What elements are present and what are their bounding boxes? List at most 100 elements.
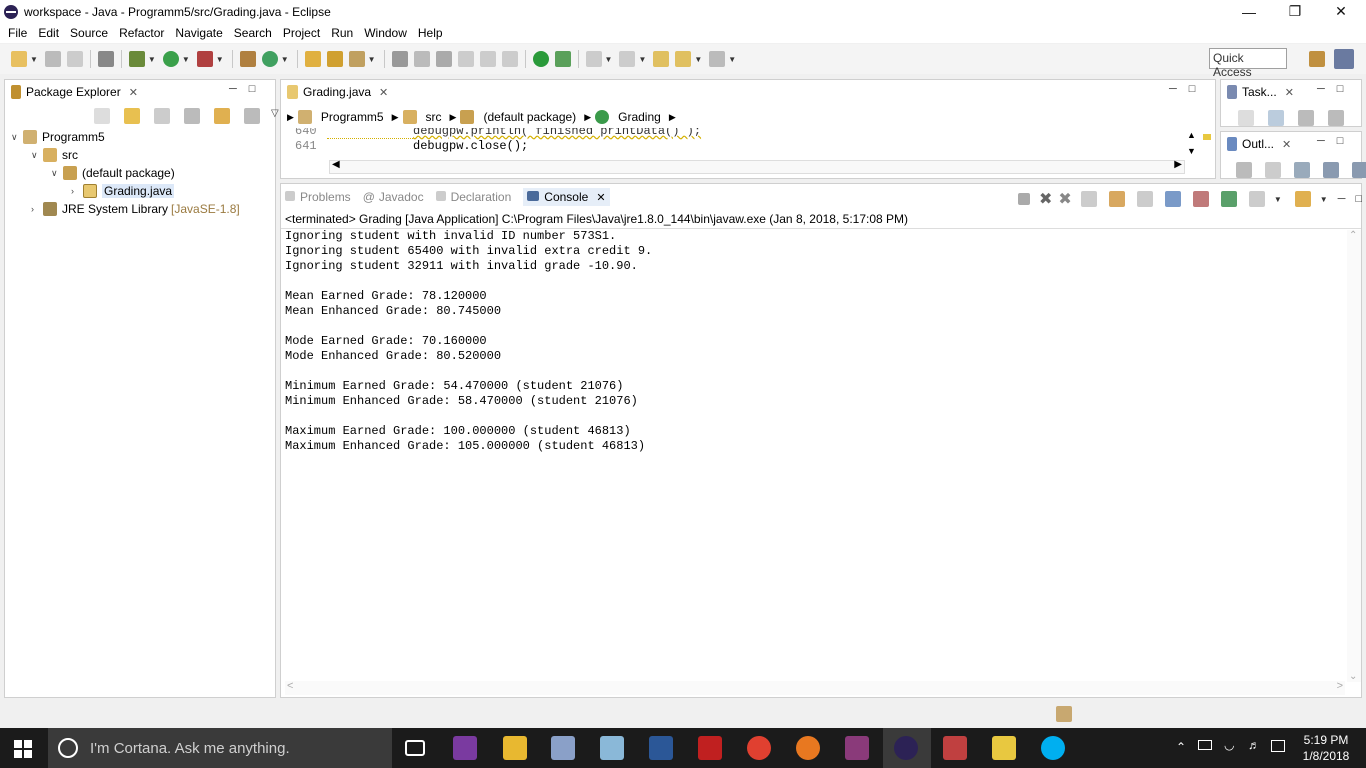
restore-button[interactable]: ❐ — [1272, 0, 1318, 23]
remove-launch-icon[interactable]: ✖ — [1039, 189, 1052, 209]
back-icon[interactable] — [675, 51, 692, 67]
tab-problems[interactable]: Problems — [285, 190, 351, 204]
close-icon[interactable]: ✕ — [379, 86, 388, 99]
next-annotation-icon[interactable] — [585, 51, 602, 67]
tree-item-jre-library[interactable]: › JRE System Library [JavaSE-1.8] — [31, 200, 240, 218]
eclipse-icon[interactable] — [894, 736, 918, 760]
new-icon[interactable] — [11, 51, 27, 67]
menu-edit[interactable]: Edit — [34, 26, 66, 40]
forward-icon[interactable] — [709, 51, 726, 67]
show-on-output-icon[interactable] — [1164, 191, 1181, 207]
tab-declaration[interactable]: Declaration — [435, 190, 511, 204]
folder-icon[interactable] — [992, 736, 1016, 760]
skip-breakpoints-icon[interactable] — [97, 51, 114, 67]
console-output[interactable]: Ignoring student with invalid ID number … — [285, 229, 1335, 677]
pin-console-icon[interactable] — [1220, 191, 1237, 207]
previous-annotation-icon[interactable] — [619, 51, 636, 67]
windows-start-icon[interactable] — [14, 740, 32, 758]
tab-console[interactable]: Console ✕ — [523, 188, 610, 206]
horizontal-scrollbar[interactable]: < > — [285, 680, 1345, 695]
link-with-editor-icon[interactable] — [214, 108, 230, 124]
menu-project[interactable]: Project — [279, 26, 327, 40]
green-circle-icon[interactable] — [532, 51, 549, 67]
notepad-icon[interactable] — [600, 736, 624, 760]
categorize-icon[interactable] — [1268, 110, 1284, 126]
action-center-icon[interactable] — [1271, 740, 1285, 752]
word-wrap-icon[interactable] — [1136, 191, 1153, 207]
open-perspective-icon[interactable] — [1309, 51, 1325, 67]
file-explorer-icon[interactable] — [503, 736, 527, 760]
menu-file[interactable]: File — [4, 26, 34, 40]
chevron-right-icon[interactable]: › — [71, 186, 83, 196]
winrar-icon[interactable] — [845, 736, 869, 760]
collapse-all-icon[interactable] — [1265, 162, 1281, 178]
warning-marker[interactable] — [1203, 134, 1211, 140]
sort-icon[interactable] — [1294, 162, 1310, 178]
back-arrow-icon[interactable] — [94, 108, 110, 124]
chevron-up-icon[interactable]: ⌃ — [1176, 740, 1186, 754]
view-minmax-buttons[interactable]: ─□ — [1317, 135, 1355, 147]
firefox-icon[interactable] — [796, 736, 820, 760]
last-edit-icon[interactable] — [653, 51, 670, 67]
close-icon[interactable]: ✕ — [1285, 86, 1294, 99]
coverage-icon[interactable] — [554, 51, 571, 67]
filter-icon[interactable] — [1236, 162, 1252, 178]
hide-fields-icon[interactable] — [1323, 162, 1339, 178]
chevron-down-icon[interactable]: ∨ — [51, 168, 63, 179]
word-icon[interactable] — [649, 736, 673, 760]
close-button[interactable]: ✕ — [1318, 0, 1364, 23]
tree-item-src[interactable]: ∨ src — [31, 146, 78, 164]
hide-static-icon[interactable] — [1352, 162, 1366, 178]
menu-search[interactable]: Search — [230, 26, 279, 40]
show-whitespace-icon[interactable] — [479, 51, 496, 67]
breadcrumb-project[interactable]: Programm5 — [321, 110, 384, 124]
debug-icon[interactable] — [128, 51, 145, 67]
tree-item-project[interactable]: ∨ Programm5 — [11, 128, 105, 146]
onenote-icon[interactable] — [453, 736, 477, 760]
scroll-lock-icon[interactable] — [1108, 191, 1125, 207]
clear-console-icon[interactable] — [1080, 191, 1097, 207]
snipping-tool-icon[interactable] — [943, 736, 967, 760]
open-type-icon[interactable] — [304, 51, 321, 67]
clock-time[interactable]: 5:19 PM — [1298, 733, 1354, 747]
scroll-down-icon[interactable]: ⌄ — [1349, 671, 1357, 682]
new-task-icon[interactable] — [1238, 110, 1254, 126]
menu-window[interactable]: Window — [360, 26, 414, 40]
up-icon[interactable] — [154, 108, 170, 124]
display-console-icon[interactable] — [1248, 191, 1265, 207]
scroll-left-icon[interactable]: < — [287, 680, 293, 692]
search-icon[interactable] — [348, 51, 365, 67]
view-minmax-buttons[interactable]: ─□ — [229, 83, 267, 95]
task-view-icon[interactable] — [405, 740, 425, 756]
cortana-search-box[interactable]: I'm Cortana. Ask me anything. — [48, 728, 392, 768]
quick-access-field[interactable]: Quick Access — [1209, 48, 1287, 79]
vertical-scrollbar[interactable]: ⌃ ⌄ — [1347, 230, 1361, 682]
filter-icon[interactable] — [244, 108, 260, 124]
breadcrumb-class[interactable]: Grading — [618, 110, 661, 124]
editor-tab[interactable]: Grading.java ✕ — [281, 80, 1215, 104]
run-external-icon[interactable] — [196, 51, 213, 67]
battery-icon[interactable] — [1198, 740, 1212, 750]
chevron-down-icon[interactable]: ∨ — [11, 132, 23, 143]
open-task-icon[interactable] — [326, 51, 343, 67]
collapse-all-icon[interactable] — [184, 108, 200, 124]
code-area[interactable]: 640 debugpw.println( finished printData(… — [281, 128, 1183, 158]
scheduled-icon[interactable] — [1298, 110, 1314, 126]
chrome-icon[interactable] — [747, 736, 771, 760]
new-class-icon[interactable] — [261, 51, 278, 67]
annotation-icon[interactable] — [391, 51, 408, 67]
scroll-right-icon[interactable]: ▶ — [1174, 159, 1182, 170]
mark-occurrences-icon[interactable] — [413, 51, 430, 67]
save-icon[interactable] — [44, 51, 61, 67]
wifi-icon[interactable]: ◡ — [1224, 738, 1234, 752]
menu-source[interactable]: Source — [66, 26, 115, 40]
scroll-right-icon[interactable]: > — [1337, 680, 1343, 692]
volume-icon[interactable]: ♬ — [1248, 738, 1260, 752]
close-icon[interactable]: ✕ — [596, 192, 605, 204]
acrobat-icon[interactable] — [698, 736, 722, 760]
save-all-icon[interactable] — [66, 51, 83, 67]
skype-icon[interactable] — [1041, 736, 1065, 760]
chevron-right-icon[interactable]: › — [31, 204, 43, 214]
tree-item-default-package[interactable]: ∨ (default package) — [51, 164, 175, 182]
run-icon[interactable] — [162, 51, 179, 67]
